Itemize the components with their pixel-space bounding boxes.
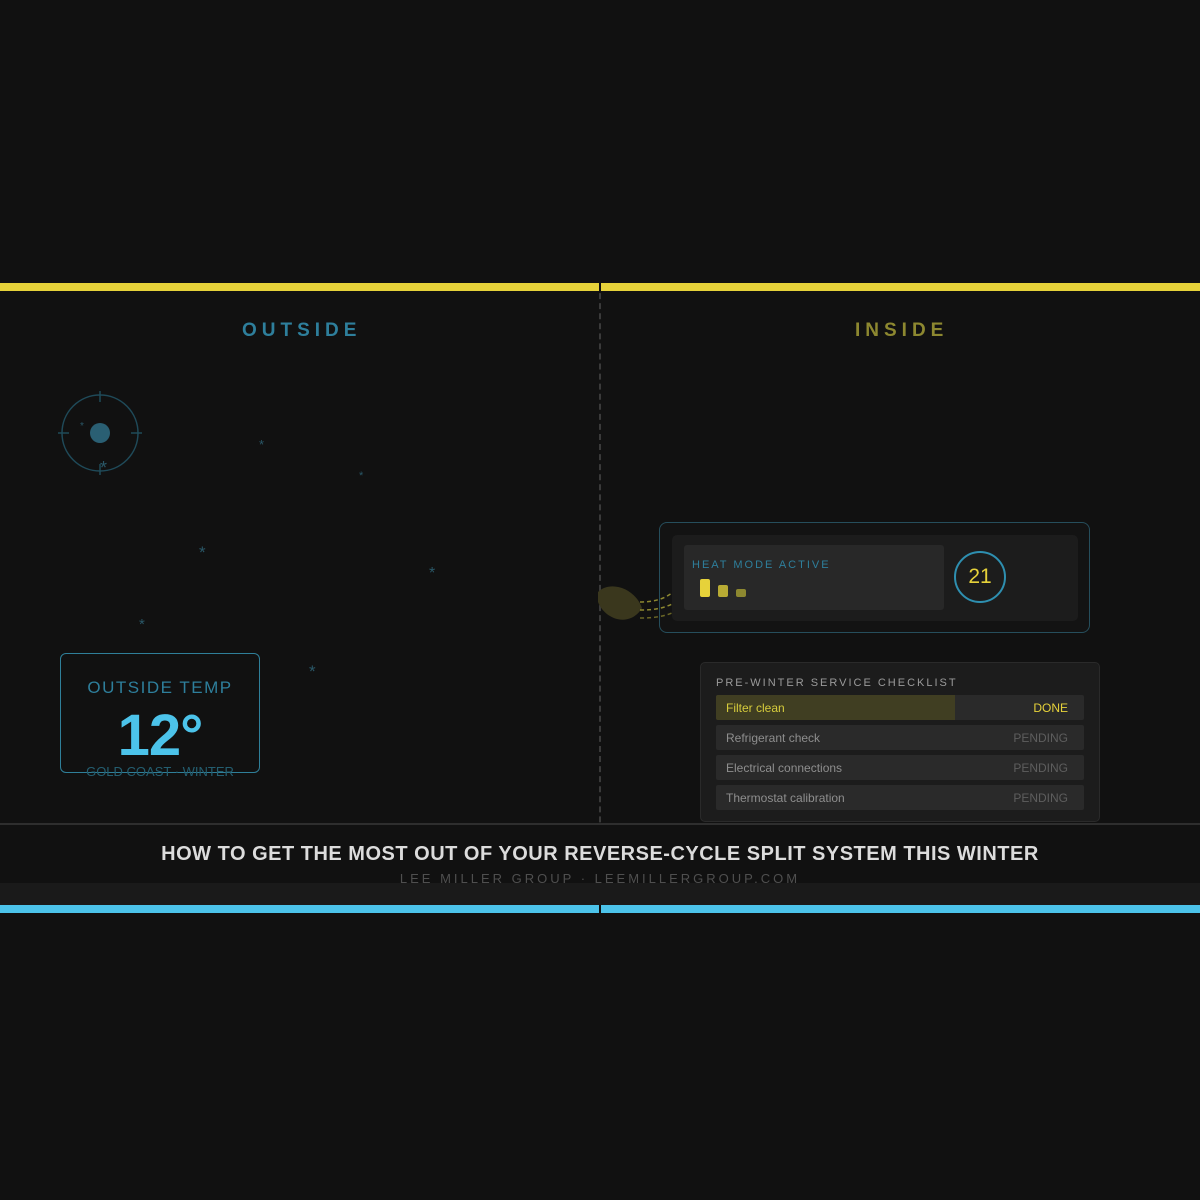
outside-temp-value: 12°: [117, 703, 204, 768]
outside-temp-location: GOLD COAST · WINTER: [86, 764, 234, 779]
snowflake-icon: *: [100, 458, 108, 478]
warm-airflow-icon: [598, 586, 673, 620]
checklist-title: PRE-WINTER SERVICE CHECKLIST: [716, 677, 958, 689]
service-checklist: PRE-WINTER SERVICE CHECKLIST Filter clea…: [700, 662, 1100, 822]
mode-label: HEAT MODE ACTIVE: [692, 559, 831, 571]
checklist-item-status: DONE: [1033, 701, 1068, 715]
heat-level-bar: [700, 579, 710, 597]
snowflake-icon: *: [199, 543, 206, 562]
checklist-item: Filter clean DONE: [716, 695, 1084, 720]
checklist-item-label: Thermostat calibration: [726, 791, 845, 805]
inside-heading: INSIDE: [855, 320, 949, 341]
heat-level-bar: [718, 585, 728, 597]
snowflake-icon: *: [259, 437, 265, 452]
heat-level-bar: [736, 589, 746, 597]
checklist-item: Thermostat calibration PENDING: [716, 785, 1084, 810]
outside-temp-label: OUTSIDE TEMP: [87, 678, 233, 697]
snowflake-icon: *: [359, 470, 364, 482]
outside-temp-card: OUTSIDE TEMP 12° GOLD COAST · WINTER: [60, 653, 260, 779]
checklist-item-status: PENDING: [1013, 791, 1068, 805]
split-system-unit: HEAT MODE ACTIVE 21: [659, 522, 1090, 633]
unit-panel: HEAT MODE ACTIVE 21: [672, 535, 1078, 621]
checklist-item-label: Electrical connections: [726, 761, 843, 775]
snowflake-icon: *: [429, 565, 436, 582]
checklist-item-status: PENDING: [1013, 761, 1068, 775]
snowflake-icon: *: [309, 662, 316, 681]
snowflake-icon: *: [80, 421, 84, 432]
checklist-item: Refrigerant check PENDING: [716, 725, 1084, 750]
byline: LEE MILLER GROUP · LEEMILLERGROUP.COM: [399, 871, 801, 886]
checklist-item-label: Refrigerant check: [726, 731, 821, 745]
article-title: HOW TO GET THE MOST OUT OF YOUR REVERSE-…: [161, 843, 1039, 865]
outside-heading: OUTSIDE: [242, 320, 362, 341]
checklist-item-label: Filter clean: [726, 701, 785, 715]
checklist-item: Electrical connections PENDING: [716, 755, 1084, 780]
unit-display: HEAT MODE ACTIVE: [684, 545, 944, 610]
snowflake-icon: *: [139, 616, 145, 633]
checklist-item-status: PENDING: [1013, 731, 1068, 745]
setpoint-dial: 21: [954, 551, 1006, 603]
